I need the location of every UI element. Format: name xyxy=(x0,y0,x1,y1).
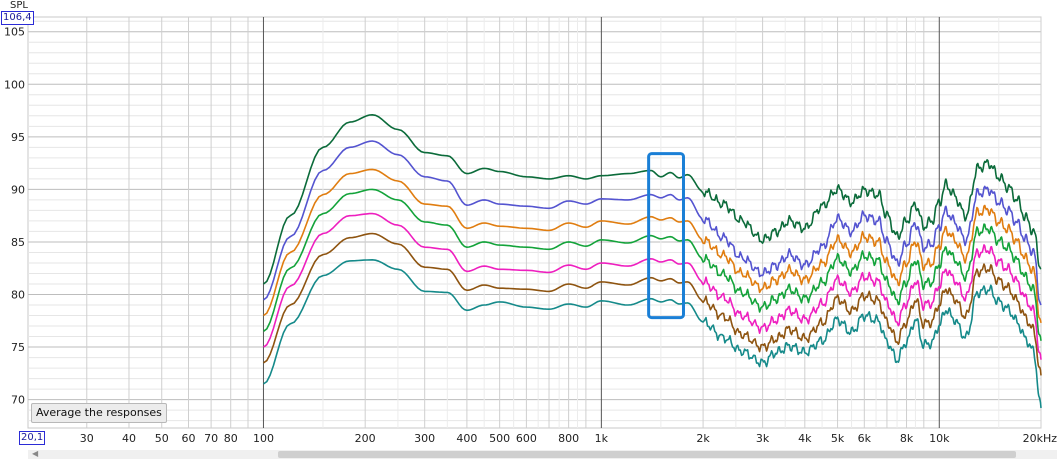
x-tick-label: 30 xyxy=(80,432,94,445)
x-tick-label: 60 xyxy=(181,432,195,445)
y-tick-label: 70 xyxy=(11,394,25,407)
y-top-value-label[interactable]: 106,4 xyxy=(1,11,34,25)
x-tick-label: 8k xyxy=(900,432,914,445)
scroll-left-arrow-icon[interactable]: ◀ xyxy=(32,449,38,458)
plot-frame xyxy=(27,16,1042,429)
x-tick-label: 40 xyxy=(122,432,136,445)
x-tick-label: 10k xyxy=(929,432,950,445)
x-tick-label: 300 xyxy=(414,432,435,445)
y-tick-label: 100 xyxy=(4,78,25,91)
x-tick-label: 50 xyxy=(155,432,169,445)
y-tick-label: 85 xyxy=(11,236,25,249)
y-tick-label: 75 xyxy=(11,341,25,354)
x-tick-label: 20kHz xyxy=(1023,432,1057,445)
x-tick-label: 70 xyxy=(204,432,218,445)
x-left-value-label[interactable]: 20,1 xyxy=(19,431,46,445)
grid xyxy=(27,16,1042,429)
x-tick-label: 600 xyxy=(516,432,537,445)
y-tick-label: 80 xyxy=(11,289,25,302)
x-tick-label: 800 xyxy=(558,432,579,445)
x-tick-label: 500 xyxy=(489,432,510,445)
y-tick-label: 90 xyxy=(11,183,25,196)
x-tick-label: 100 xyxy=(253,432,274,445)
x-tick-label: 1k xyxy=(595,432,609,445)
horizontal-scrollbar[interactable] xyxy=(28,450,1057,459)
x-tick-label: 200 xyxy=(355,432,376,445)
chart: 70 75 80 85 90 95 100 105 30 40 50 60 70 80 100 200 300 4… xyxy=(4,16,1057,445)
x-tick-label: 3k xyxy=(756,432,770,445)
average-responses-button[interactable]: Average the responses xyxy=(31,403,167,423)
y-tick-label: 95 xyxy=(11,131,25,144)
x-tick-label: 80 xyxy=(224,432,238,445)
x-tick-label: 4k xyxy=(798,432,812,445)
x-tick-label: 400 xyxy=(456,432,477,445)
scrollbar-thumb[interactable] xyxy=(278,451,1016,458)
x-tick-label: 2k xyxy=(696,432,710,445)
y-tick-label: 105 xyxy=(4,26,25,39)
x-tick-label: 6k xyxy=(858,432,872,445)
x-tick-label: 5k xyxy=(831,432,845,445)
